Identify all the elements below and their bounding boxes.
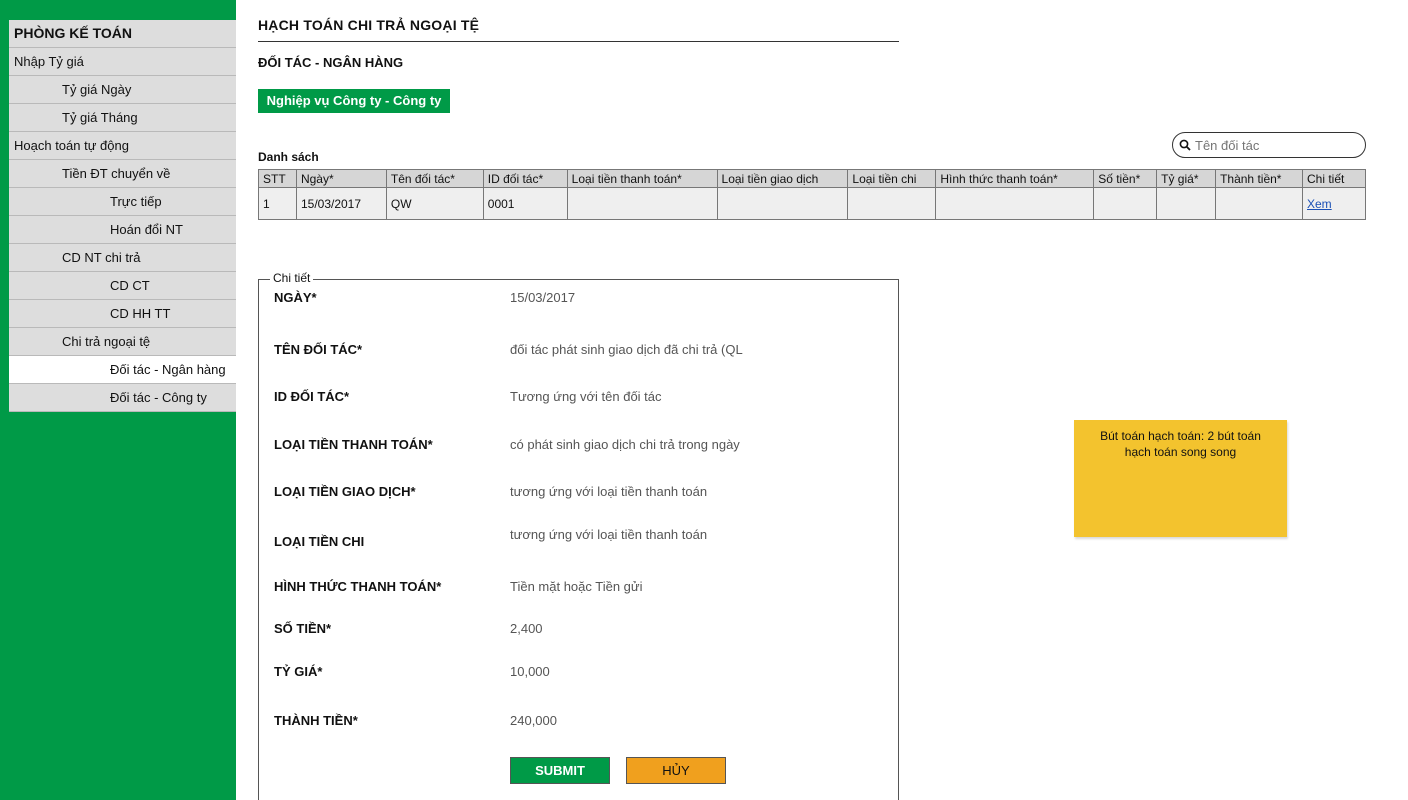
field-value-loai-tien-thanh-toan: có phát sinh giao dịch chi trả trong ngà… (510, 437, 740, 452)
table-cell (566, 187, 718, 220)
field-value-so-tien: 2,400 (510, 621, 543, 636)
sidebar: PHÒNG KẾ TOÁN Nhập Tỷ giá Tỷ giá Ngày Tỷ… (0, 0, 236, 800)
column-header: Hình thức thanh toán* (935, 169, 1095, 188)
sidebar-item-truc-tiep[interactable]: Trực tiếp (9, 188, 236, 216)
field-value-ty-gia: 10,000 (510, 664, 550, 679)
sidebar-item-doi-tac-ngan-hang[interactable]: Đối tác - Ngân hàng (9, 356, 236, 384)
table-cell (716, 187, 849, 220)
sidebar-item-hoach-toan-tu-dong[interactable]: Hoạch toán tự động (9, 132, 236, 160)
field-label-loai-tien-giao-dich: LOẠI TIỀN GIAO DỊCH* (274, 484, 416, 499)
column-header: Loại tiền chi (847, 169, 937, 188)
search-input[interactable] (1195, 136, 1355, 154)
field-value-loai-tien-chi: tương ứng với loại tiền thanh toán (510, 527, 708, 542)
table-row: 1 15/03/2017 QW 0001 Xem (258, 187, 1366, 220)
table-header-row: STT Ngày* Tên đối tác* ID đối tác* Loại … (258, 169, 1366, 188)
submit-button[interactable]: SUBMIT (510, 757, 610, 784)
sidebar-item-nhap-ty-gia[interactable]: Nhập Tỷ giá (9, 48, 236, 76)
table-cell (1093, 187, 1158, 220)
field-value-id-doi-tac: Tương ứng với tên đối tác (510, 389, 662, 404)
table-cell: QW (385, 187, 484, 220)
sidebar-item-doi-tac-cong-ty[interactable]: Đối tác - Công ty (9, 384, 236, 412)
page-subtitle: ĐỐI TÁC - NGÂN HÀNG (258, 55, 404, 70)
search-box[interactable] (1172, 132, 1366, 158)
table-cell (1215, 187, 1303, 220)
partner-table: STT Ngày* Tên đối tác* ID đối tác* Loại … (258, 169, 1366, 220)
column-header: Thành tiền* (1215, 169, 1303, 188)
view-detail-link[interactable]: Xem (1302, 187, 1366, 220)
list-label: Danh sách (258, 150, 319, 164)
table-cell: 0001 (482, 187, 568, 220)
sidebar-menu: PHÒNG KẾ TOÁN Nhập Tỷ giá Tỷ giá Ngày Tỷ… (9, 20, 236, 412)
sidebar-item-hoan-doi-nt[interactable]: Hoán đổi NT (9, 216, 236, 244)
field-label-ten-doi-tac: TÊN ĐỐI TÁC* (274, 342, 363, 357)
detail-legend: Chi tiết (270, 271, 314, 285)
field-label-hinh-thuc-thanh-toan: HÌNH THỨC THANH TOÁN* (274, 579, 442, 594)
column-header: Chi tiết (1302, 169, 1366, 188)
column-header: Số tiền* (1093, 169, 1158, 188)
search-icon (1179, 139, 1191, 151)
field-label-ngay: NGÀY* (274, 290, 317, 305)
sticky-note: Bút toán hạch toán: 2 bút toán hạch toán… (1074, 420, 1287, 537)
field-label-so-tien: SỐ TIỀN* (274, 621, 332, 636)
sidebar-header: PHÒNG KẾ TOÁN (9, 20, 236, 48)
table-cell (847, 187, 937, 220)
field-value-hinh-thuc-thanh-toan: Tiền mặt hoặc Tiền gửi (510, 579, 643, 594)
field-value-thanh-tien: 240,000 (510, 713, 557, 728)
field-label-id-doi-tac: ID ĐỐI TÁC* (274, 389, 350, 404)
field-value-loai-tien-giao-dich: tương ứng với loại tiền thanh toán (510, 484, 708, 499)
field-label-loai-tien-thanh-toan: LOẠI TIỀN THANH TOÁN* (274, 437, 433, 452)
column-header: STT (258, 169, 297, 188)
column-header: Tên đối tác* (385, 169, 484, 188)
table-cell: 1 (258, 187, 297, 220)
column-header: Loại tiền giao dịch (716, 169, 849, 188)
sidebar-item-tien-dt-chuyen-ve[interactable]: Tiền ĐT chuyển về (9, 160, 236, 188)
column-header: Loại tiền thanh toán* (566, 169, 718, 188)
sidebar-item-ty-gia-ngay[interactable]: Tỷ giá Ngày (9, 76, 236, 104)
sidebar-item-cd-nt-chi-tra[interactable]: CD NT chi trả (9, 244, 236, 272)
field-label-loai-tien-chi: LOẠI TIỀN CHI (274, 534, 365, 549)
table-cell (935, 187, 1095, 220)
field-label-thanh-tien: THÀNH TIỀN* (274, 713, 358, 728)
title-divider (258, 41, 899, 42)
column-header: Ngày* (295, 169, 387, 188)
field-value-ten-doi-tac: đối tác phát sinh giao dịch đã chi trả (… (510, 342, 743, 357)
page-title: HẠCH TOÁN CHI TRẢ NGOẠI TỆ (258, 17, 480, 33)
sidebar-item-cd-hh-tt[interactable]: CD HH TT (9, 300, 236, 328)
field-value-ngay: 15/03/2017 (510, 290, 576, 305)
table-cell: 15/03/2017 (295, 187, 387, 220)
column-header: Tỷ giá* (1156, 169, 1217, 188)
sidebar-item-chi-tra-ngoai-te[interactable]: Chi trả ngoại tệ (9, 328, 236, 356)
company-company-button[interactable]: Nghiệp vụ Công ty - Công ty (258, 89, 450, 113)
table-cell (1156, 187, 1217, 220)
sidebar-item-cd-ct[interactable]: CD CT (9, 272, 236, 300)
cancel-button[interactable]: HỦY (626, 757, 726, 784)
field-label-ty-gia: TỶ GIÁ* (274, 664, 323, 679)
column-header: ID đối tác* (482, 169, 568, 188)
sidebar-item-ty-gia-thang[interactable]: Tỷ giá Tháng (9, 104, 236, 132)
